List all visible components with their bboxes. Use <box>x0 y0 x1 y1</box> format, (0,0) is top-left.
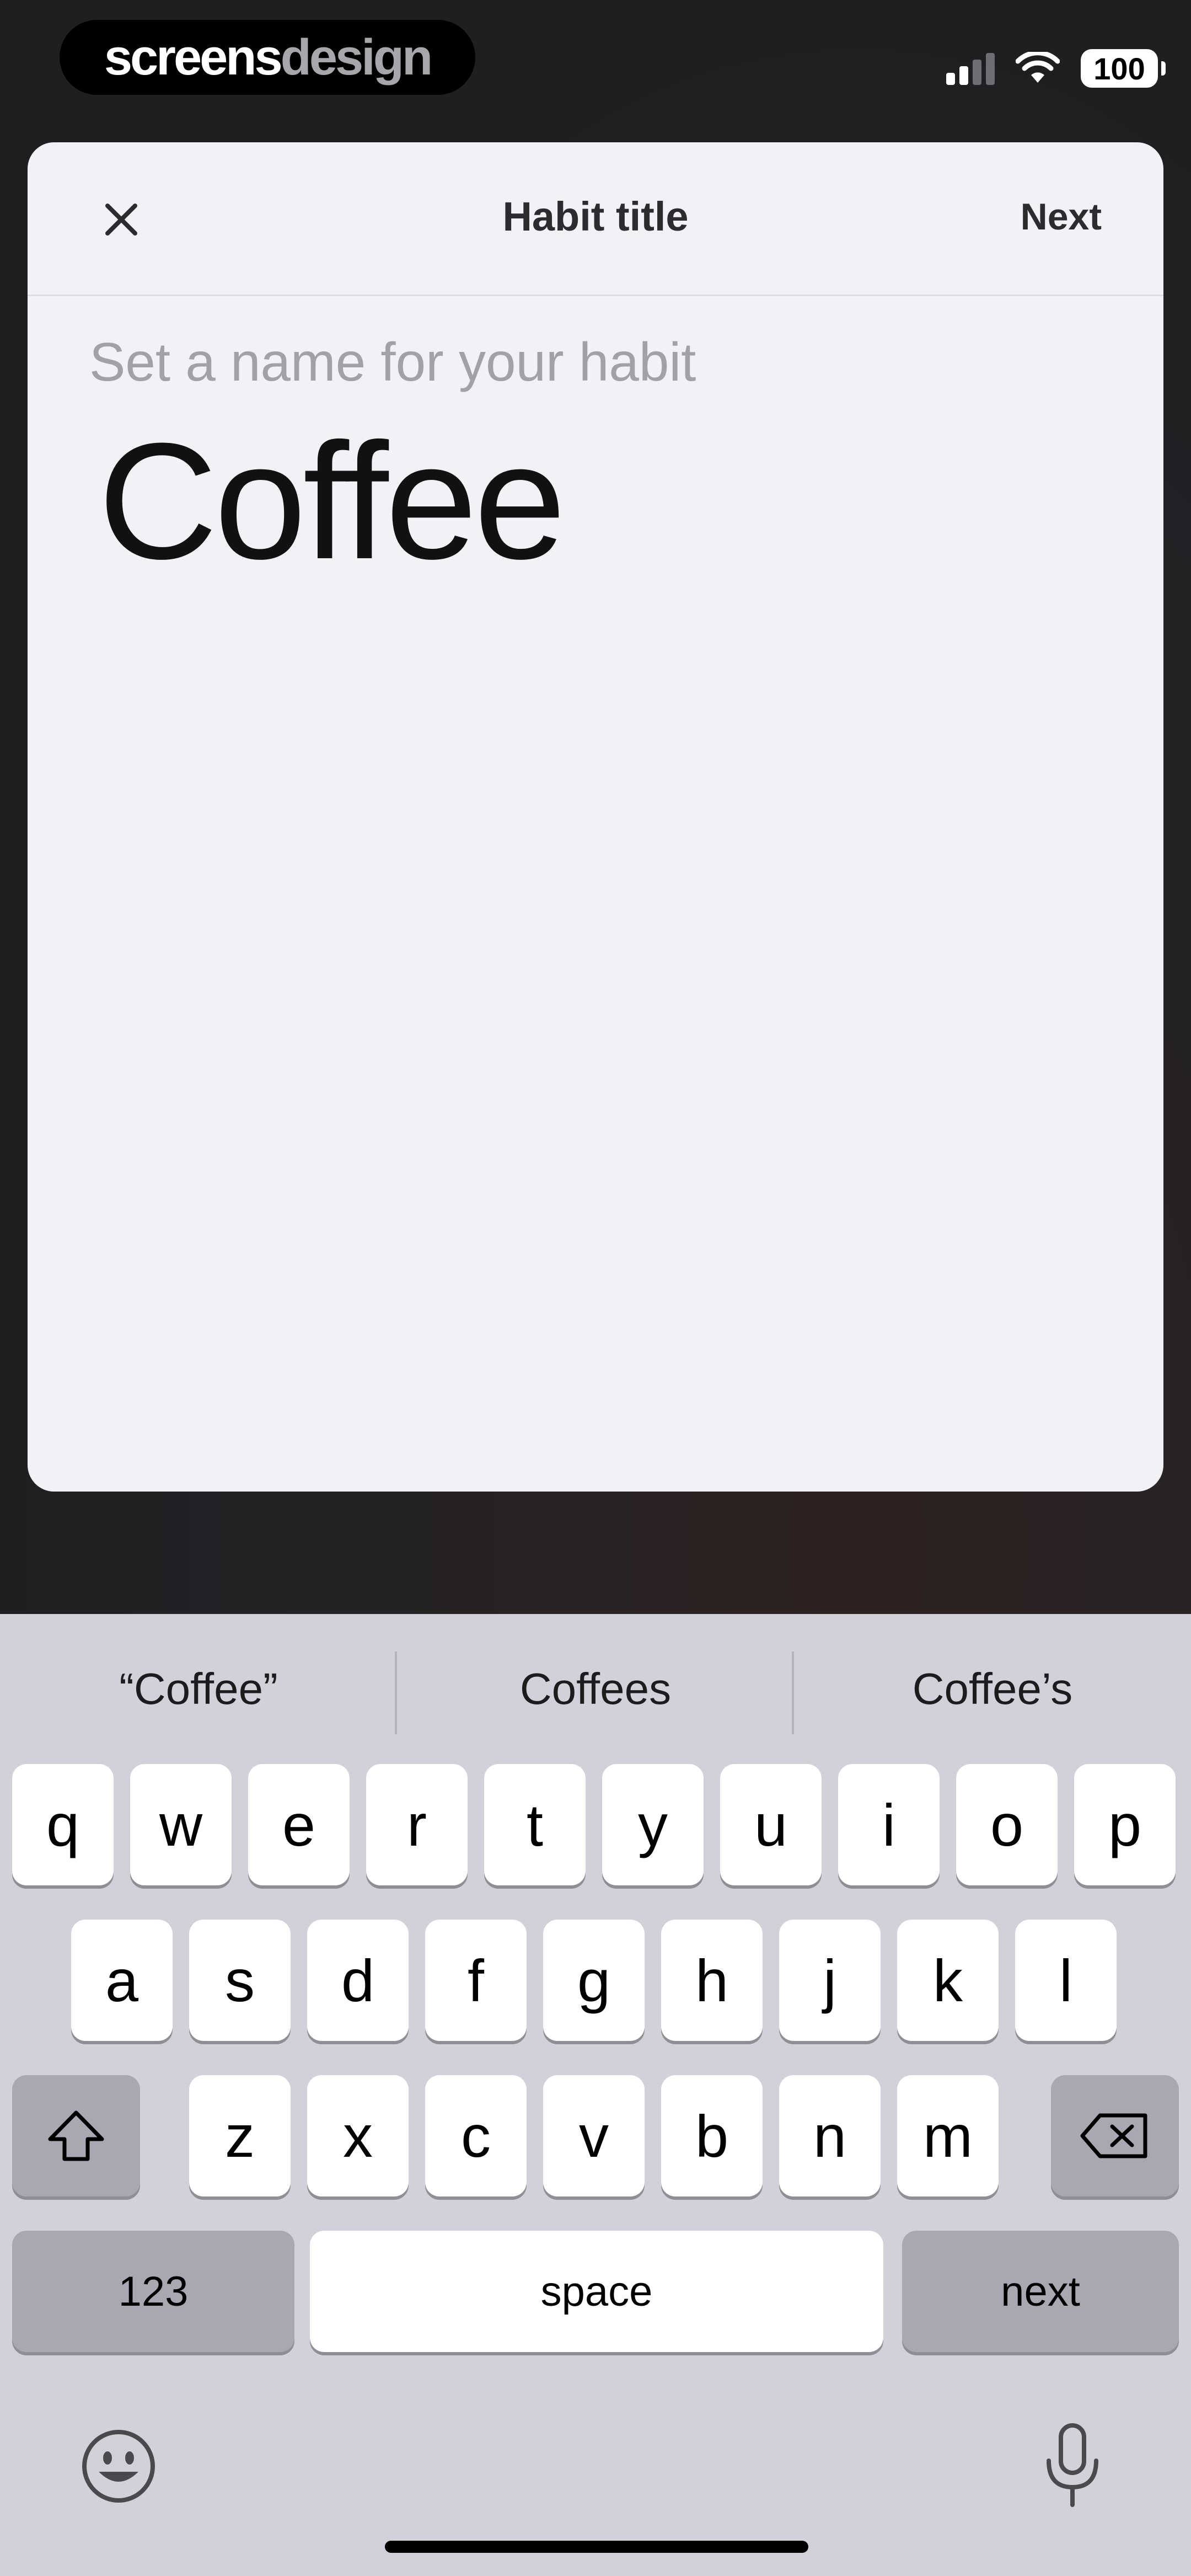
key-f[interactable]: f <box>425 1920 527 2041</box>
key-v[interactable]: v <box>543 2075 645 2196</box>
suggestion-1[interactable]: “Coffee” <box>0 1664 397 1714</box>
microphone-button[interactable] <box>1031 2419 1114 2513</box>
key-a[interactable]: a <box>71 1920 173 2041</box>
habit-title-sheet: Habit title Next Set a name for your hab… <box>28 142 1163 1492</box>
cellular-signal-icon <box>946 52 995 85</box>
key-p[interactable]: p <box>1074 1764 1176 1885</box>
space-key[interactable]: space <box>310 2231 883 2352</box>
key-k[interactable]: k <box>897 1920 999 2041</box>
logo-bold-text: screens <box>104 29 283 85</box>
shift-icon <box>48 2110 104 2161</box>
numbers-key[interactable]: 123 <box>12 2231 294 2352</box>
shift-key[interactable] <box>12 2075 140 2196</box>
key-x[interactable]: x <box>307 2075 409 2196</box>
home-indicator <box>385 2541 808 2553</box>
next-key[interactable]: next <box>902 2231 1179 2352</box>
key-t[interactable]: t <box>484 1764 586 1885</box>
key-n[interactable]: n <box>779 2075 881 2196</box>
suggestion-3[interactable]: Coffee’s <box>794 1664 1191 1714</box>
logo-light-text: design <box>280 29 433 85</box>
key-l[interactable]: l <box>1015 1920 1117 2041</box>
habit-name-input[interactable] <box>98 402 1091 600</box>
suggestion-bar: “Coffee” Coffees Coffee’s <box>0 1614 1191 1757</box>
keyboard: “Coffee” Coffees Coffee’s q w e r t y u … <box>0 1614 1191 2576</box>
key-i[interactable]: i <box>838 1764 940 1885</box>
key-y[interactable]: y <box>602 1764 704 1885</box>
key-z[interactable]: z <box>189 2075 291 2196</box>
key-c[interactable]: c <box>425 2075 527 2196</box>
key-h[interactable]: h <box>661 1920 763 2041</box>
key-o[interactable]: o <box>956 1764 1058 1885</box>
microphone-icon <box>1047 2423 1098 2507</box>
sheet-header: Habit title Next <box>28 142 1163 296</box>
delete-key[interactable] <box>1051 2075 1179 2196</box>
sheet-title: Habit title <box>502 194 689 239</box>
key-m[interactable]: m <box>897 2075 999 2196</box>
wifi-icon <box>1016 52 1060 83</box>
key-b[interactable]: b <box>661 2075 763 2196</box>
key-g[interactable]: g <box>543 1920 645 2041</box>
next-button[interactable]: Next <box>1021 195 1102 238</box>
status-bar-right: 100 <box>946 46 1166 90</box>
suggestion-2[interactable]: Coffees <box>397 1664 794 1714</box>
delete-icon <box>1080 2113 1147 2158</box>
key-j[interactable]: j <box>779 1920 881 2041</box>
battery-level: 100 <box>1093 51 1145 86</box>
key-r[interactable]: r <box>366 1764 468 1885</box>
emoji-button[interactable] <box>77 2425 160 2508</box>
key-u[interactable]: u <box>720 1764 822 1885</box>
battery-icon: 100 <box>1081 49 1166 88</box>
key-d[interactable]: d <box>307 1920 409 2041</box>
screensdesign-logo: screens design <box>60 20 475 95</box>
key-w[interactable]: w <box>130 1764 232 1885</box>
habit-name-prompt: Set a name for your habit <box>89 332 696 392</box>
emoji-icon <box>82 2430 155 2503</box>
key-q[interactable]: q <box>12 1764 114 1885</box>
key-s[interactable]: s <box>189 1920 291 2041</box>
key-e[interactable]: e <box>248 1764 350 1885</box>
